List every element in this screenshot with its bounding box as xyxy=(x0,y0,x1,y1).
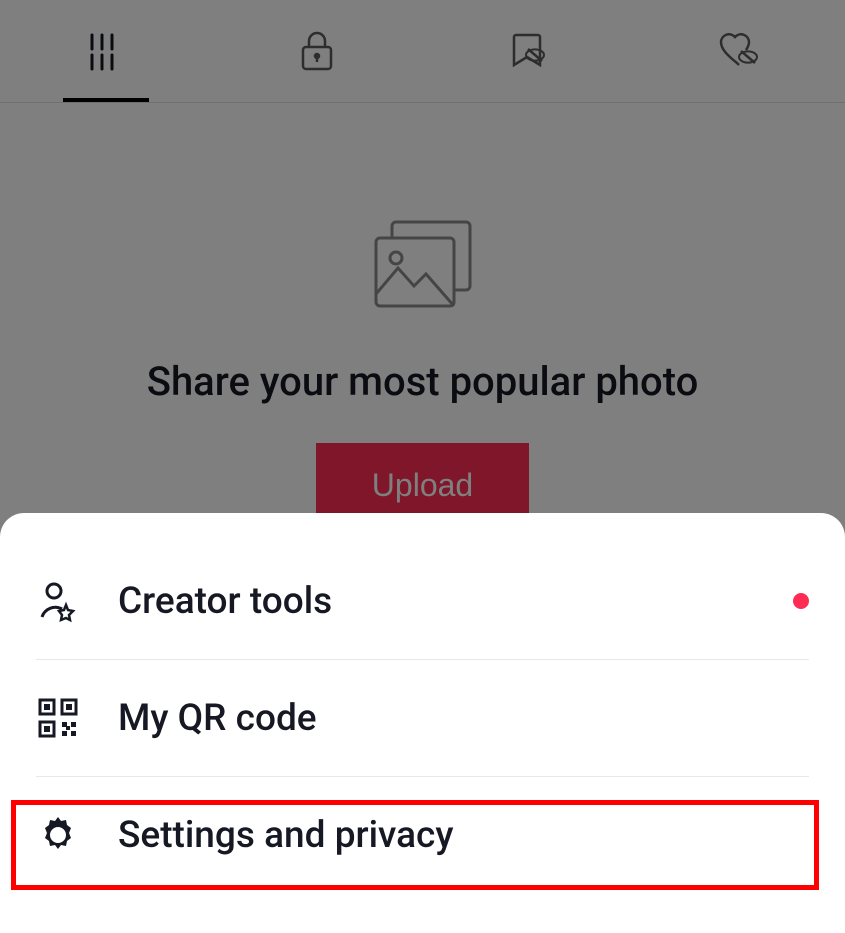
bottom-sheet-menu: Creator tools My QR code xyxy=(0,513,845,933)
menu-item-settings-privacy[interactable]: Settings and privacy xyxy=(0,777,845,893)
menu-item-creator-tools[interactable]: Creator tools xyxy=(0,543,845,659)
creator-tools-icon xyxy=(36,579,80,623)
menu-item-qr-code[interactable]: My QR code xyxy=(0,660,845,776)
qr-code-icon xyxy=(36,696,80,740)
menu-item-label: Creator tools xyxy=(118,580,809,623)
notification-dot xyxy=(793,593,809,609)
menu-item-label: My QR code xyxy=(118,697,809,740)
menu-item-label: Settings and privacy xyxy=(118,814,809,857)
gear-icon xyxy=(36,813,80,857)
